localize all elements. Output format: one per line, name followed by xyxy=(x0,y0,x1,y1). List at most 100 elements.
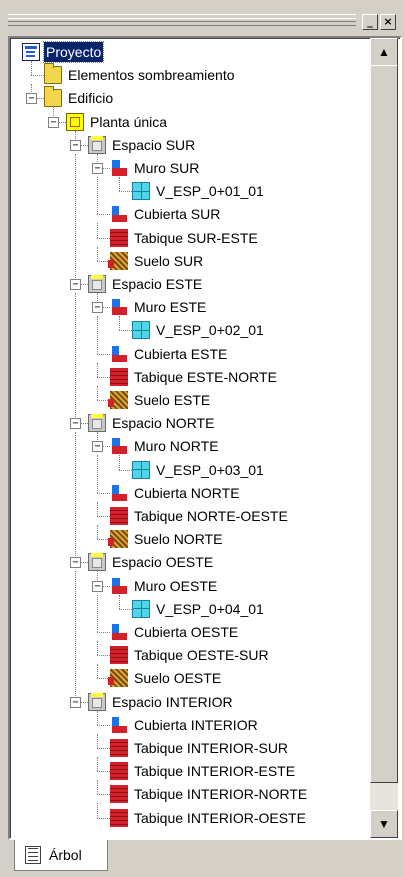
collapse-toggle[interactable]: − xyxy=(92,580,103,592)
tree-item-label: Cubierta ESTE xyxy=(134,345,228,362)
floor-icon xyxy=(108,669,128,688)
tree-item[interactable]: Cubierta NORTE xyxy=(110,481,242,505)
tree-item[interactable]: Planta única xyxy=(66,110,169,134)
tree-connector xyxy=(97,177,98,215)
tree-connector xyxy=(97,733,98,748)
tree-item[interactable]: Espacio SUR xyxy=(88,133,197,157)
collapse-toggle[interactable]: − xyxy=(70,139,81,151)
tree-connector xyxy=(75,153,76,284)
tree-item[interactable]: Proyecto xyxy=(22,40,105,64)
tree-item[interactable]: Tabique NORTE-OESTE xyxy=(110,504,290,528)
window-icon xyxy=(132,182,150,201)
tree-item[interactable]: Muro OESTE xyxy=(110,574,219,598)
minimize-button[interactable]: _ xyxy=(362,14,378,30)
tree-item[interactable]: Cubierta SUR xyxy=(110,202,222,226)
tree-item-label: V_ESP_0+01_01 xyxy=(156,183,264,200)
wall-icon xyxy=(110,577,128,595)
tree-item-label: Cubierta OESTE xyxy=(134,624,239,640)
tree-item[interactable]: Espacio OESTE xyxy=(88,550,215,574)
collapse-toggle[interactable]: − xyxy=(70,418,81,430)
tree-item[interactable]: Tabique INTERIOR-ESTE xyxy=(110,759,297,783)
tree-item-label: Tabique INTERIOR-ESTE xyxy=(134,763,296,780)
tree-item[interactable]: Tabique OESTE-SUR xyxy=(110,643,271,667)
vertical-scrollbar[interactable]: ▲ ▼ xyxy=(370,38,398,838)
tree-item[interactable]: Espacio ESTE xyxy=(88,272,204,296)
tree-connector xyxy=(97,748,110,749)
tree-item[interactable]: Tabique INTERIOR-OESTE xyxy=(110,806,308,830)
collapse-toggle[interactable]: − xyxy=(70,696,81,708)
scroll-up-button[interactable]: ▲ xyxy=(370,38,398,66)
window-icon xyxy=(132,321,150,340)
partition-icon xyxy=(110,785,128,804)
tree-item-label: Tabique OESTE-SUR xyxy=(134,647,269,664)
tab-bar: Árbol xyxy=(0,838,404,877)
tree-connector xyxy=(97,641,98,656)
tree-item[interactable]: Espacio INTERIOR xyxy=(88,690,235,714)
panel-grip[interactable] xyxy=(8,14,356,26)
tree-item[interactable]: Muro SUR xyxy=(110,156,201,180)
tree-item[interactable]: Espacio NORTE xyxy=(88,411,216,435)
partition-icon xyxy=(110,228,128,247)
tree-item-label: Suelo SUR xyxy=(134,252,204,269)
tree-item-label: Espacio ESTE xyxy=(112,276,203,292)
roof-icon xyxy=(110,623,128,641)
tree-item[interactable]: Suelo OESTE xyxy=(108,666,223,690)
tree-connector xyxy=(97,780,98,795)
panel-title-bar[interactable]: _ × xyxy=(0,0,404,36)
floor-icon xyxy=(108,251,128,270)
tree-item-label: Muro NORTE xyxy=(134,438,219,455)
collapse-toggle[interactable]: − xyxy=(92,163,103,174)
tree-item[interactable]: Cubierta OESTE xyxy=(110,620,240,644)
tree-connector xyxy=(97,757,98,772)
project-icon xyxy=(22,43,40,61)
tree-connector xyxy=(97,655,110,657)
tree-item[interactable]: V_ESP_0+01_01 xyxy=(132,179,266,203)
tree-item[interactable]: Elementos sombreamiento xyxy=(44,63,237,87)
space-icon xyxy=(88,553,106,572)
tree-item-label: Muro OESTE xyxy=(134,577,218,594)
wall-icon xyxy=(110,437,128,455)
tree-connector xyxy=(97,353,110,355)
tree-item[interactable]: Edificio xyxy=(44,86,115,110)
collapse-toggle[interactable]: − xyxy=(26,93,37,105)
scroll-thumb[interactable] xyxy=(370,65,398,783)
tree-connector xyxy=(97,376,110,378)
collapse-toggle[interactable]: − xyxy=(70,279,81,290)
tree-item[interactable]: V_ESP_0+02_01 xyxy=(132,318,266,342)
tree-connector xyxy=(97,771,110,773)
tree-connector xyxy=(97,525,98,540)
tree-connector xyxy=(97,817,110,819)
tree-item[interactable]: Muro NORTE xyxy=(110,434,221,458)
roof-icon xyxy=(110,484,128,502)
tab-arbol[interactable]: Árbol xyxy=(14,840,108,871)
tree-item-label: Cubierta NORTE xyxy=(134,484,240,501)
tree-item[interactable]: Muro ESTE xyxy=(110,295,208,319)
collapse-toggle[interactable]: − xyxy=(92,302,103,314)
tree-item[interactable]: Suelo NORTE xyxy=(108,527,224,551)
tree-item[interactable]: V_ESP_0+03_01 xyxy=(132,458,266,482)
tree-item-label: V_ESP_0+03_01 xyxy=(156,461,264,478)
collapse-toggle[interactable]: − xyxy=(92,441,103,453)
tree-connector xyxy=(97,803,98,818)
tree-item[interactable]: Cubierta INTERIOR xyxy=(110,713,260,737)
tree-item[interactable]: Suelo ESTE xyxy=(108,388,212,412)
scroll-down-button[interactable]: ▼ xyxy=(370,810,398,838)
tree-item[interactable]: Tabique INTERIOR-NORTE xyxy=(110,782,309,806)
tree-item[interactable]: Tabique INTERIOR-SUR xyxy=(110,736,290,760)
tree-item-label: Tabique INTERIOR-SUR xyxy=(134,740,289,756)
tree-connector xyxy=(97,246,98,261)
partition-icon xyxy=(110,367,128,386)
collapse-toggle[interactable]: − xyxy=(48,116,59,128)
tree-item[interactable]: Suelo SUR xyxy=(108,249,205,273)
tree-item[interactable]: Tabique ESTE-NORTE xyxy=(110,365,279,389)
tree-item-label: Elementos sombreamiento xyxy=(68,67,235,84)
close-button[interactable]: × xyxy=(380,14,396,30)
tree-view-icon xyxy=(25,846,41,864)
tree-item[interactable]: Cubierta ESTE xyxy=(110,342,229,366)
roof-icon xyxy=(110,716,128,734)
tree-item[interactable]: V_ESP_0+04_01 xyxy=(132,597,266,621)
collapse-toggle[interactable]: − xyxy=(70,557,81,569)
tree-connector xyxy=(119,608,132,610)
project-tree[interactable]: Proyecto Elementos sombreamiento Edificio −… xyxy=(10,38,370,838)
tree-item[interactable]: Tabique SUR-ESTE xyxy=(110,226,260,250)
